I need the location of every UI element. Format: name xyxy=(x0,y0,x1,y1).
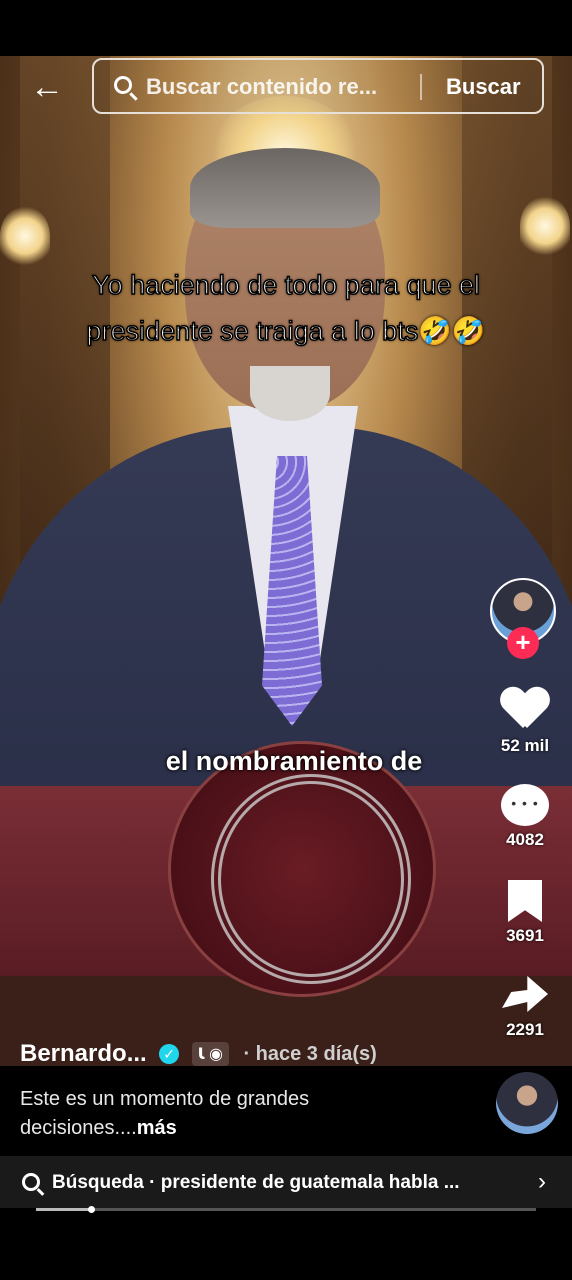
search-button[interactable]: Buscar xyxy=(446,74,521,100)
status-bar-area xyxy=(0,0,572,56)
like-count: 52 mil xyxy=(500,736,550,755)
sound-thumbnail[interactable] xyxy=(496,1072,558,1134)
bookmark-button[interactable]: 3691 xyxy=(490,880,560,946)
video-progress-bar[interactable] xyxy=(36,1206,536,1213)
progress-handle[interactable] xyxy=(88,1206,95,1213)
coat-of-arms-emblem xyxy=(168,741,436,997)
plus-icon: + xyxy=(515,627,531,657)
like-button[interactable]: 52 mil xyxy=(490,688,560,756)
related-search-text[interactable]: Búsqueda · presidente de guatemala habla… xyxy=(52,1172,528,1194)
more-link[interactable]: más xyxy=(137,1117,177,1139)
lamp-light xyxy=(520,196,570,256)
back-arrow-icon[interactable]: ← xyxy=(30,68,70,106)
chevron-right-icon[interactable]: › xyxy=(538,1168,546,1196)
comment-icon xyxy=(501,784,549,826)
presenter-hair xyxy=(190,148,380,228)
progress-fill xyxy=(36,1208,91,1211)
verified-icon: ✓ xyxy=(159,1044,180,1064)
author-badges: Ꙇ ◉ xyxy=(191,1042,229,1066)
share-button[interactable]: 2291 xyxy=(490,976,560,1040)
save-count: 3691 xyxy=(506,926,544,945)
search-input[interactable] xyxy=(146,74,408,100)
overlay-caption: Yo haciendo de todo para que el presiden… xyxy=(86,269,486,347)
comment-count: 4082 xyxy=(506,830,544,849)
heart-icon xyxy=(501,688,549,732)
search-icon xyxy=(114,76,132,94)
search-bar[interactable]: Buscar xyxy=(92,58,544,114)
video-frame[interactable] xyxy=(0,56,572,1066)
author-name[interactable]: Bernardo... xyxy=(20,1040,147,1067)
follow-button[interactable]: + xyxy=(507,627,539,659)
post-time: · hace 3 día(s) xyxy=(243,1042,377,1065)
presenter-beard xyxy=(250,366,330,421)
comment-button[interactable]: 4082 xyxy=(490,784,560,850)
post-description[interactable]: Este es un momento de grandes decisiones… xyxy=(20,1085,380,1143)
share-icon xyxy=(502,976,548,1012)
bookmark-icon xyxy=(508,880,542,922)
search-icon xyxy=(22,1173,40,1191)
share-count: 2291 xyxy=(506,1020,544,1039)
video-subtitle: el nombramiento de xyxy=(165,746,423,776)
emblem-wreath xyxy=(211,774,411,984)
lamp-light xyxy=(0,206,50,266)
search-divider xyxy=(420,74,422,100)
